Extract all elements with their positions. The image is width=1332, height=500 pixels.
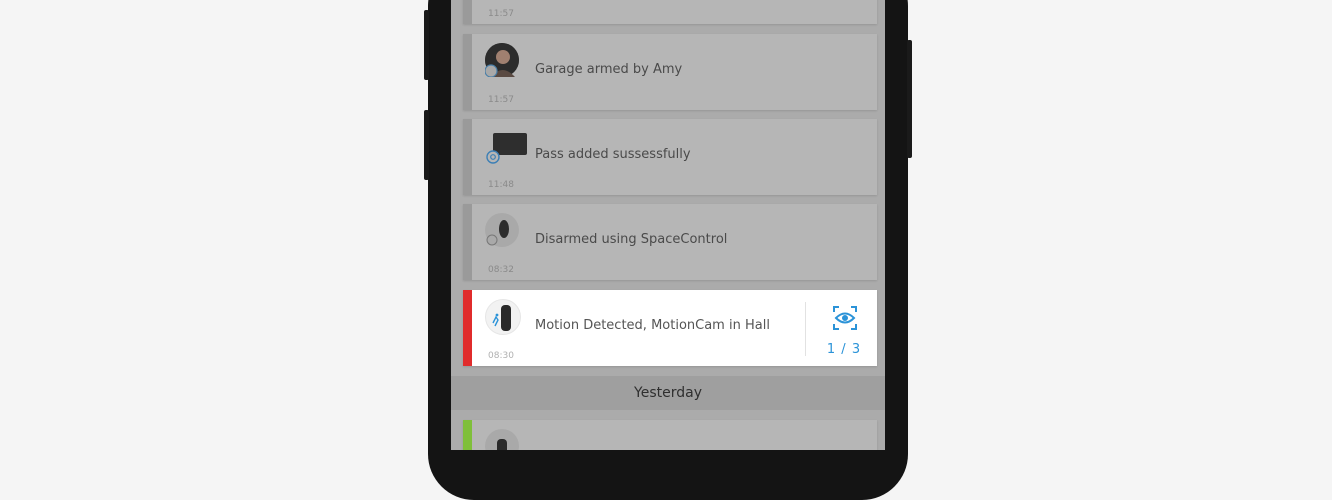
event-card[interactable]: Disarmed using SpaceControl 08:32 — [463, 204, 877, 280]
event-time: 11:57 — [488, 95, 514, 105]
photo-counter: 1 / 3 — [826, 342, 862, 357]
event-time: 08:32 — [488, 265, 514, 275]
alarm-status-stripe — [463, 290, 472, 366]
eye-scan-icon — [833, 306, 857, 330]
event-message: Garage armed by Amy — [535, 62, 683, 77]
phone-screen: 11:57 Garage armed by Amy 11:57 Pass add… — [451, 0, 885, 450]
user-avatar-icon — [484, 43, 519, 78]
event-card[interactable] — [463, 420, 877, 450]
event-status-stripe — [463, 0, 472, 24]
phone-side-button-right — [907, 40, 912, 158]
event-time: 11:57 — [488, 9, 514, 19]
event-card[interactable]: Pass added sussessfully 11:48 — [463, 119, 877, 195]
event-status-stripe — [463, 204, 472, 280]
user-avatar-icon — [484, 43, 519, 78]
section-header: Yesterday — [451, 376, 885, 410]
event-card-active[interactable]: Motion Detected, MotionCam in Hall 08:30… — [463, 290, 877, 366]
event-card[interactable]: Garage armed by Amy 11:57 — [463, 34, 877, 110]
spacecontrol-keyfob-icon — [485, 213, 519, 247]
event-time: 11:48 — [488, 180, 514, 190]
keypad-pass-icon — [485, 133, 529, 169]
event-message: Pass added sussessfully — [535, 147, 691, 162]
motioncam-icon — [485, 299, 521, 335]
event-status-stripe — [463, 420, 472, 450]
divider — [805, 302, 806, 356]
motioncam-icon — [485, 429, 519, 450]
phone-side-button-left-bottom — [424, 110, 429, 180]
photo-view-button[interactable] — [831, 304, 859, 336]
phone-side-button-left-top — [424, 10, 429, 80]
event-status-stripe — [463, 34, 472, 110]
event-time: 08:30 — [488, 351, 514, 361]
event-card[interactable]: 11:57 — [463, 0, 877, 24]
event-status-stripe — [463, 119, 472, 195]
event-message: Disarmed using SpaceControl — [535, 232, 728, 247]
event-message: Motion Detected, MotionCam in Hall — [535, 318, 770, 333]
